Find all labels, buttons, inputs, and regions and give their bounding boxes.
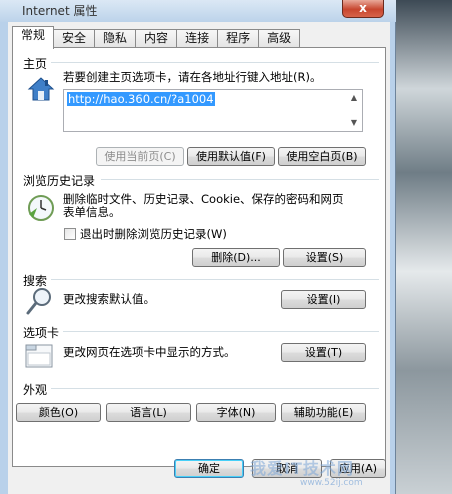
section-divider	[51, 388, 379, 389]
tab-programs[interactable]: 程序	[217, 29, 260, 48]
colors-button[interactable]: 颜色(O)	[16, 403, 101, 422]
delete-on-exit-checkbox[interactable]	[64, 228, 76, 240]
home-icon	[27, 77, 55, 101]
homepage-section-label: 主页	[23, 57, 48, 71]
internet-options-dialog: Internet 属性 x 常规 安全 隐私 内容 连接 程序 高级 主页 若要…	[0, 0, 396, 494]
search-magnifier-icon	[26, 288, 51, 315]
history-description-line2: 表单信息。	[63, 205, 121, 219]
search-description: 更改搜索默认值。	[63, 292, 155, 306]
dialog-client: 常规 安全 隐私 内容 连接 程序 高级 主页 若要创建主页选项卡，请在各地址行…	[8, 22, 390, 494]
watermark-url: www.52ij.com	[300, 478, 363, 488]
delete-on-exit-label[interactable]: 退出时删除浏览历史记录(W)	[80, 227, 227, 241]
section-divider	[63, 331, 379, 332]
title-bar[interactable]: Internet 属性 x	[0, 0, 396, 22]
section-divider	[51, 279, 379, 280]
history-section-label: 浏览历史记录	[23, 174, 96, 188]
tab-general[interactable]: 常规	[12, 26, 55, 49]
desktop-background	[392, 0, 452, 494]
section-divider	[51, 62, 379, 63]
tabs-section-label: 选项卡	[23, 326, 60, 340]
general-panel: 主页 若要创建主页选项卡，请在各地址行键入地址(R)。 http://hao.3…	[12, 47, 386, 467]
use-current-button[interactable]: 使用当前页(C)	[96, 147, 184, 166]
history-settings-button[interactable]: 设置(S)	[283, 248, 366, 267]
accessibility-button[interactable]: 辅助功能(E)	[281, 403, 366, 422]
close-button[interactable]: x	[342, 0, 384, 18]
tabs-description: 更改网页在选项卡中显示的方式。	[63, 345, 236, 359]
tab-connections[interactable]: 连接	[176, 29, 219, 48]
scroll-down-icon[interactable]: ▼	[346, 115, 362, 131]
history-description-line1: 删除临时文件、历史记录、Cookie、保存的密码和网页	[63, 192, 344, 206]
tab-content[interactable]: 内容	[135, 29, 178, 48]
window-title: Internet 属性	[22, 4, 98, 18]
tab-strip: 常规 安全 隐私 内容 连接 程序 高级	[12, 26, 301, 49]
tabs-settings-button[interactable]: 设置(T)	[281, 343, 366, 362]
section-divider	[101, 179, 379, 180]
delete-history-button[interactable]: 删除(D)...	[192, 248, 280, 267]
ok-button[interactable]: 确定	[174, 459, 244, 478]
appearance-section-label: 外观	[23, 383, 48, 397]
homepage-url-value: http://hao.360.cn/?a1004	[67, 92, 215, 106]
tab-advanced[interactable]: 高级	[258, 29, 301, 48]
tab-security[interactable]: 安全	[53, 29, 96, 48]
tabs-window-icon	[25, 344, 53, 368]
fonts-button[interactable]: 字体(N)	[196, 403, 276, 422]
homepage-description: 若要创建主页选项卡，请在各地址行键入地址(R)。	[63, 70, 322, 84]
search-settings-button[interactable]: 设置(I)	[281, 290, 366, 309]
use-blank-button[interactable]: 使用空白页(B)	[278, 147, 366, 166]
close-icon: x	[359, 1, 367, 15]
languages-button[interactable]: 语言(L)	[106, 403, 191, 422]
watermark-text: 我爱IT技术网	[250, 459, 354, 478]
homepage-url-textarea[interactable]: http://hao.360.cn/?a1004 ▲ ▼	[63, 89, 363, 132]
tab-privacy[interactable]: 隐私	[94, 29, 137, 48]
use-default-button[interactable]: 使用默认值(F)	[187, 147, 275, 166]
history-clock-icon	[28, 195, 54, 221]
scroll-up-icon[interactable]: ▲	[346, 90, 362, 106]
